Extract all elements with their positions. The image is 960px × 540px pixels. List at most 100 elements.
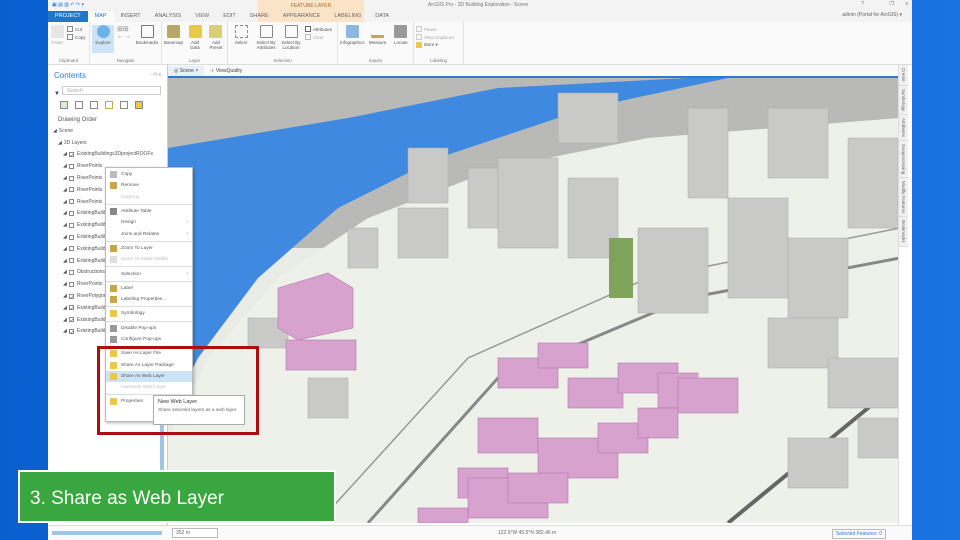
map-view[interactable]: ◎ Scene × ⊹ ViewQuality [168,65,902,525]
expand-icon[interactable]: ◢ [63,269,67,275]
expand-icon[interactable]: ◢ [63,175,67,181]
expand-icon[interactable]: ◢ [63,163,67,169]
filter-icon[interactable]: ▼ [54,91,60,97]
visibility-checkbox[interactable] [68,163,74,169]
pane-controls[interactable]: - ⊓ x [150,72,161,78]
menu-item-label[interactable]: Label [106,283,192,294]
visibility-checkbox[interactable] [68,175,74,181]
expand-icon[interactable]: ◢ [58,140,62,146]
tab-map[interactable]: MAP [87,11,114,22]
tab-data[interactable]: DATA [368,11,396,22]
visibility-checkbox[interactable] [68,269,74,275]
visibility-checkbox[interactable] [68,258,74,264]
menu-item-zoom-to-layer[interactable]: Zoom To Layer [106,243,192,254]
layer-tree-item[interactable]: ◢ Scene [48,125,167,137]
user-account[interactable]: admin (Portal for ArcGIS) ▾ [842,12,902,18]
labeling-icon[interactable] [135,101,143,109]
menu-item-copy[interactable]: Copy [106,169,192,180]
visibility-checkbox[interactable] [68,246,74,252]
horizontal-scrollbar[interactable] [52,531,162,535]
menu-item-design[interactable]: Design › [106,217,192,228]
tab-insert[interactable]: INSERT [114,11,148,22]
basemap-button[interactable]: Basemap [164,25,183,45]
menu-item-labeling-properties[interactable]: Labeling Properties... [106,294,192,305]
tab-labeling[interactable]: LABELING [327,11,368,22]
explore-button[interactable]: Explore [92,25,114,53]
expand-icon[interactable]: ◢ [63,281,67,287]
visibility-checkbox[interactable]: ✓ [68,317,74,324]
add-data-button[interactable]: Add Data [186,25,204,50]
expand-icon[interactable]: ◢ [63,151,67,157]
cut-button[interactable]: Cut [67,25,86,33]
expand-icon[interactable]: ◢ [63,305,67,311]
tab-view[interactable]: VIEW [188,11,216,22]
menu-item-symbology[interactable]: Symbology [106,308,192,319]
measure-button[interactable]: Measure [368,25,388,45]
expand-icon[interactable]: ◢ [63,234,67,240]
copy-button[interactable]: Copy [67,33,86,41]
bookmarks-button[interactable]: Bookmarks [136,25,158,45]
selection-icon[interactable] [90,101,98,109]
tab-analysis[interactable]: ANALYSIS [148,11,189,22]
infographics-button[interactable]: Infographics [340,25,365,45]
visibility-checkbox[interactable] [68,234,74,240]
menu-item-selection[interactable]: Selection › [106,268,192,279]
pane-tab-geoprocessing[interactable]: Geoprocessing [899,140,908,179]
help-button[interactable]: ? [861,1,864,7]
visibility-checkbox[interactable]: ✓ [68,293,74,301]
menu-item-configure-pop-ups[interactable]: Configure Pop-ups [106,334,192,345]
menu-item-attribute-table[interactable]: Attribute Table [106,206,192,217]
expand-icon[interactable]: ◢ [63,293,67,299]
select-button[interactable]: Select [230,25,252,45]
restore-button[interactable]: ❐ [890,1,894,7]
scene-3d-view[interactable] [168,78,902,525]
menu-item-joins-and-relates[interactable]: Joins and Relates › [106,228,192,239]
search-input[interactable]: Search [62,86,161,95]
expand-icon[interactable]: ◢ [63,199,67,205]
expand-icon[interactable]: ◢ [63,210,67,216]
tab-project[interactable]: PROJECT [48,11,88,22]
menu-item-remove[interactable]: Remove [106,180,192,191]
visibility-checkbox[interactable]: ✓ [68,305,74,312]
layer-tree-item[interactable]: ◢ 3D Layers [48,137,167,149]
expand-icon[interactable]: ◢ [63,328,67,334]
view-unplaced-button[interactable]: View Unplaced [416,33,454,41]
expand-icon[interactable]: ◢ [63,258,67,264]
attributes-button[interactable]: Attributes [305,25,332,33]
tab-viewquality[interactable]: ⊹ ViewQuality [204,66,248,76]
tab-share[interactable]: SHARE [243,11,276,22]
visibility-checkbox[interactable] [68,187,74,193]
visibility-checkbox[interactable]: ✓ [68,151,74,159]
pane-tab-modify-features[interactable]: Modify Features [899,178,908,218]
visibility-checkbox[interactable] [68,210,74,216]
layer-tree-item[interactable]: ◢ ✓ ExistingBuildings3DprojectROOFs [48,149,167,161]
menu-item-disable-pop-ups[interactable]: Disable Pop-ups [106,323,192,334]
nav-tools-icon[interactable]: ⊞⊞ ←→ [117,25,133,40]
expand-icon[interactable]: ◢ [63,246,67,252]
expand-icon[interactable]: ◢ [63,187,67,193]
drawing-order-icon[interactable] [60,101,68,109]
pane-tab-create[interactable]: Create [899,65,908,86]
tab-scene[interactable]: ◎ Scene × [168,65,205,76]
pane-tab-attributes[interactable]: Attributes [899,114,908,141]
paste-button[interactable]: Paste [50,25,64,45]
visibility-checkbox[interactable]: ✓ [68,328,74,336]
pause-button[interactable]: Pause [416,25,437,33]
visibility-checkbox[interactable] [68,199,74,205]
expand-icon[interactable]: ◢ [63,317,67,323]
source-icon[interactable] [75,101,83,109]
visibility-checkbox[interactable] [68,281,74,287]
select-by-location-button[interactable]: Select By Location [280,25,302,50]
scale-selector[interactable]: 352 m [172,528,218,538]
more-button[interactable]: More ▾ [416,41,438,49]
close-button[interactable]: x [906,1,909,7]
pane-tab-bookmarks[interactable]: Bookmarks [899,217,908,247]
select-by-attributes-button[interactable]: Select By Attributes [255,25,277,50]
selected-features-count[interactable]: Selected Features: 0 [831,529,886,539]
clear-button[interactable]: Clear [305,33,332,41]
add-preset-button[interactable]: Add Preset [207,25,225,50]
quick-access-toolbar[interactable]: ▣ ▤ ▥ ↶ ↷ ▾ [52,2,84,8]
expand-icon[interactable]: ◢ [53,128,57,134]
snapping-icon[interactable] [120,101,128,109]
visibility-checkbox[interactable] [68,222,74,228]
